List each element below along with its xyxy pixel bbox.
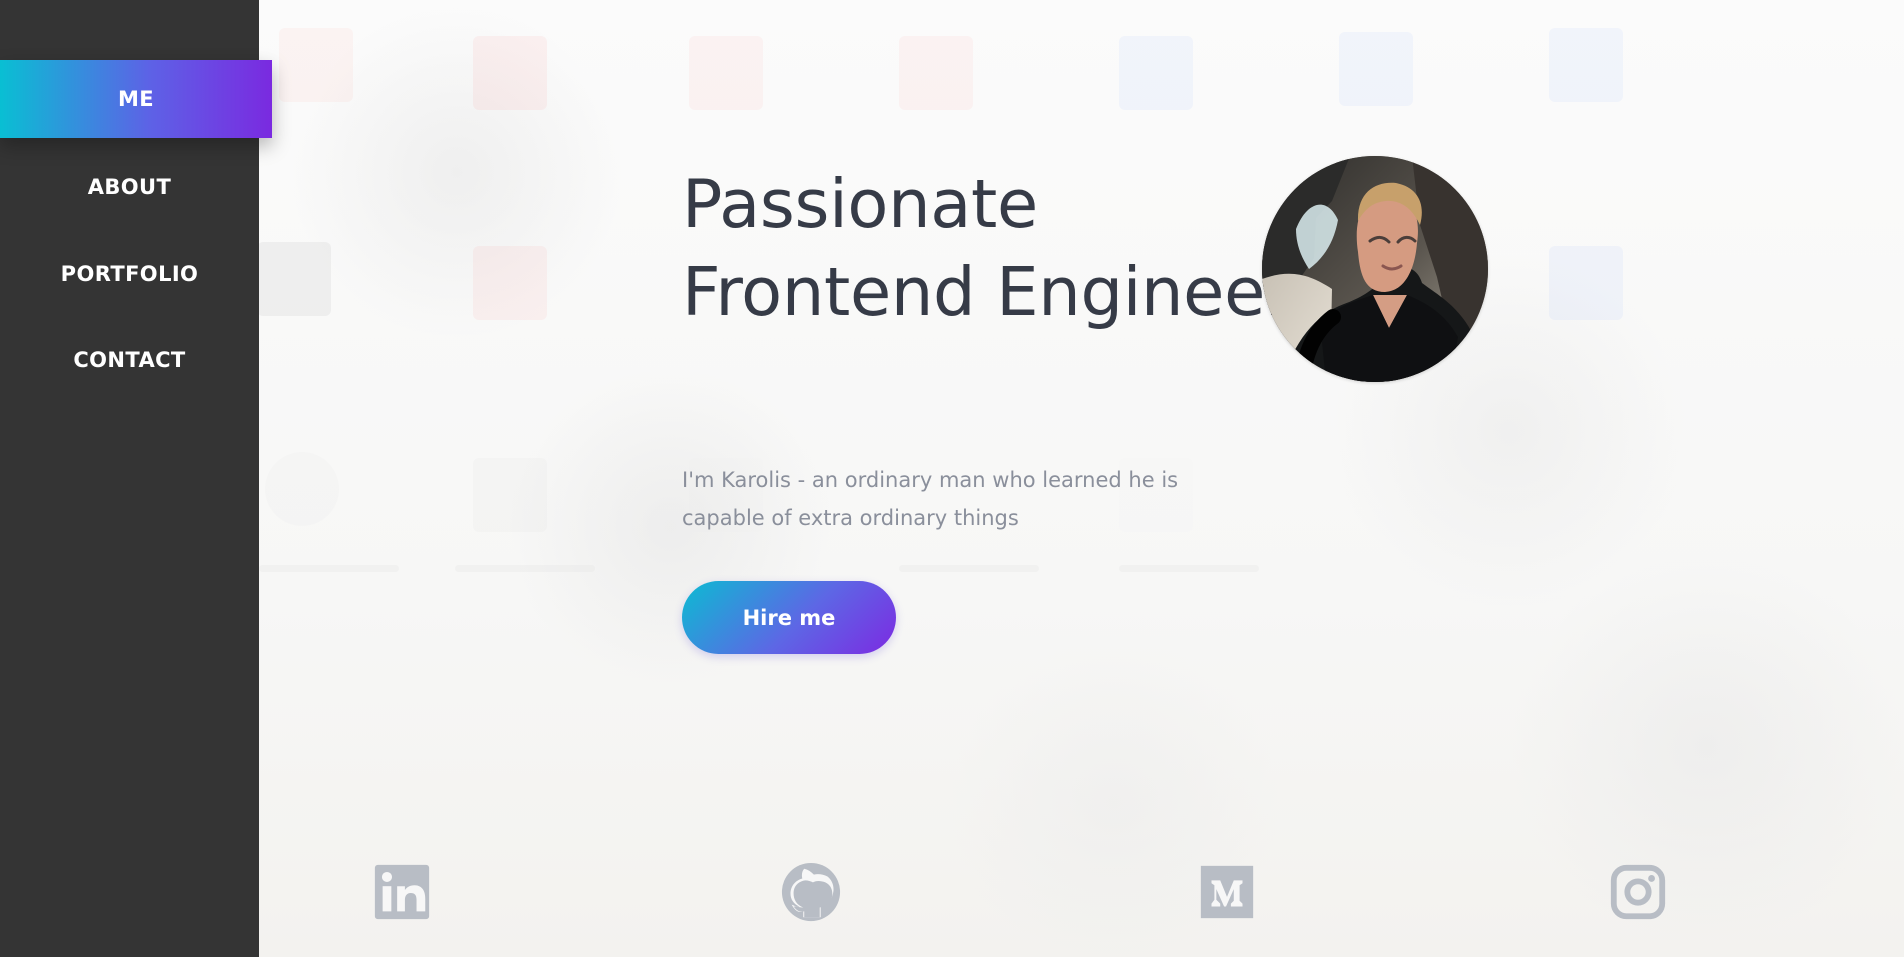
hire-me-button[interactable]: Hire me bbox=[682, 581, 896, 654]
nav-item-me-label: ME bbox=[117, 87, 155, 111]
nav-item-about[interactable]: ABOUT bbox=[0, 148, 259, 226]
medium-icon bbox=[1200, 865, 1254, 919]
background-faded-document-icon bbox=[1339, 32, 1413, 106]
nav-item-portfolio[interactable]: PORTFOLIO bbox=[0, 235, 259, 313]
hero-headline-line-2: Frontend Engineer bbox=[682, 253, 1293, 331]
sidebar-navigation: ME ABOUT PORTFOLIO CONTACT bbox=[0, 0, 272, 957]
hero-section: Passionate Frontend Engineer I'm Karolis… bbox=[682, 156, 1488, 665]
nav-item-contact-label: CONTACT bbox=[73, 348, 186, 372]
github-icon bbox=[781, 862, 841, 922]
background-faded-pen-icon bbox=[473, 246, 547, 320]
social-links bbox=[259, 858, 1904, 928]
hero-headline-line-1: Passionate bbox=[682, 165, 1038, 243]
github-link[interactable] bbox=[777, 858, 845, 926]
profile-photo-illustration bbox=[1262, 156, 1488, 382]
background-faded-calendar-icon bbox=[1119, 36, 1193, 110]
nav-item-portfolio-label: PORTFOLIO bbox=[60, 262, 199, 286]
nav-item-contact[interactable]: CONTACT bbox=[0, 321, 259, 399]
instagram-icon bbox=[1610, 864, 1666, 920]
portfolio-homepage: ME ABOUT PORTFOLIO CONTACT Passionate Fr… bbox=[0, 0, 1904, 957]
background-faded-gear-icon bbox=[265, 452, 339, 526]
hero-headline: Passionate Frontend Engineer bbox=[682, 160, 1312, 336]
background-faded-keyboard-icon bbox=[257, 242, 331, 316]
medium-link[interactable] bbox=[1193, 858, 1261, 926]
main-content: Passionate Frontend Engineer I'm Karolis… bbox=[257, 0, 1904, 957]
background-faded-cloud-icon bbox=[473, 458, 547, 532]
background-faded-media-icon bbox=[689, 36, 763, 110]
linkedin-icon bbox=[374, 864, 430, 920]
background-faded-crop-icon bbox=[473, 36, 547, 110]
background-faded-label bbox=[259, 565, 399, 572]
background-faded-label bbox=[455, 565, 595, 572]
background-faded-settings-tile-icon bbox=[1549, 246, 1623, 320]
hero-intro-text: I'm Karolis - an ordinary man who learne… bbox=[682, 468, 1179, 530]
background-faded-page-icon bbox=[1549, 28, 1623, 102]
linkedin-link[interactable] bbox=[368, 858, 436, 926]
profile-photo bbox=[1262, 156, 1488, 382]
nav-item-me[interactable]: ME bbox=[0, 60, 272, 138]
nav-item-about-label: ABOUT bbox=[87, 175, 172, 199]
background-faded-folder-icon bbox=[899, 36, 973, 110]
background-faded-tool-icon bbox=[279, 28, 353, 102]
instagram-link[interactable] bbox=[1604, 858, 1672, 926]
